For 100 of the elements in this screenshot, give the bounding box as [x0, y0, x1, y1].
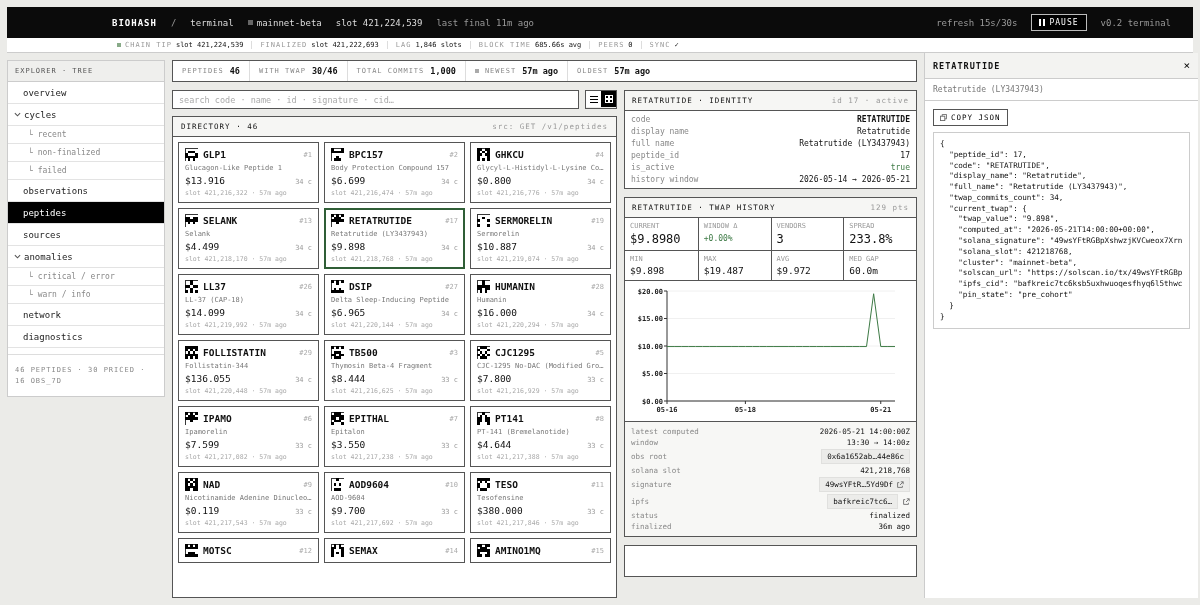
view-toggle[interactable] [601, 91, 616, 107]
peptide-code: GHKCU [495, 149, 525, 160]
peptide-price: $10.887 [477, 241, 518, 252]
peptide-price: $16.000 [477, 307, 518, 318]
peptide-price: $136.055 [185, 373, 231, 384]
sidebar-item[interactable]: overview [8, 82, 164, 104]
pixel-pattern-icon [477, 280, 490, 293]
field-value: RETATRUTIDE [857, 115, 910, 124]
search-field[interactable]: search code · name · id · signature · cid… [172, 90, 579, 109]
pixel-pattern-icon [477, 478, 490, 491]
external-link-icon[interactable] [902, 497, 910, 506]
field-label: full name [631, 139, 675, 148]
peptide-price: $7.599 [185, 439, 220, 450]
field-value: true [890, 163, 910, 172]
sidebar-item[interactable]: sources [8, 224, 164, 246]
peptide-price: $9.700 [331, 505, 366, 516]
peptide-code: CJC1295 [495, 347, 537, 358]
peptide-code: PT141 [495, 413, 525, 424]
pause-icon [1039, 19, 1046, 26]
pixel-pattern-icon [331, 214, 344, 227]
stat-value: 46 [229, 66, 240, 76]
peptide-price: $4.499 [185, 241, 220, 252]
section-name: terminal [190, 17, 234, 28]
pixel-pattern-icon [185, 214, 198, 227]
peptide-code: SERMORELIN [495, 215, 554, 226]
sidebar-item[interactable]: cycles [8, 104, 164, 126]
breadcrumb-separator: / [170, 17, 177, 28]
pixel-pattern-icon [477, 148, 490, 161]
sidebar-item[interactable]: └ recent [8, 126, 164, 144]
close-button[interactable]: × [1183, 59, 1190, 72]
peptide-code: IPAMO [203, 413, 233, 424]
peptide-code: FOLLISTATIN [203, 347, 267, 358]
pixel-pattern-icon [331, 148, 344, 161]
field-label: history window [631, 175, 699, 184]
peptide-code: RETATRUTIDE [349, 215, 413, 226]
peptide-price: $13.916 [185, 175, 226, 186]
stat-value: $9.898 [630, 265, 666, 276]
peptide-code: BPC157 [349, 149, 385, 160]
pixel-pattern-icon [185, 544, 198, 557]
peptide-price: $0.800 [477, 175, 512, 186]
stat-value: 57m ago [522, 66, 558, 76]
peptide-price: $6.699 [331, 175, 366, 186]
stat-value: 233.8% [849, 232, 894, 246]
sidebar-item[interactable]: network [8, 304, 164, 326]
peptide-price: $6.965 [331, 307, 366, 318]
sidebar-item[interactable]: anomalies [8, 246, 164, 268]
stat-value: $9.8980 [630, 232, 682, 246]
pixel-pattern-icon [331, 280, 344, 293]
sidebar-item[interactable]: peptides [8, 202, 164, 224]
peptide-code: LL37 [203, 281, 227, 292]
peptide-price: $8.444 [331, 373, 366, 384]
slot-number: slot 421,224,539 [335, 17, 423, 28]
peptide-code: TB500 [349, 347, 379, 358]
network-name: mainnet-beta [256, 17, 322, 28]
stat-value: 60.0m [849, 265, 879, 276]
peptide-price: $4.644 [477, 439, 512, 450]
view-toggle[interactable] [586, 91, 601, 107]
pixel-pattern-icon [331, 346, 344, 359]
pixel-pattern-icon [331, 544, 344, 557]
chevron-icon[interactable] [14, 111, 21, 118]
stat-value: $19.487 [703, 265, 745, 276]
pixel-pattern-icon [477, 346, 490, 359]
field-label: code [631, 115, 651, 124]
chevron-icon[interactable] [14, 253, 21, 260]
pixel-pattern-icon [477, 412, 490, 425]
stat-value: +0.00% [703, 233, 734, 243]
external-link-icon[interactable] [896, 480, 904, 489]
brand-name: BIOHASH [112, 17, 157, 28]
inspector-title: RETATRUTIDE [933, 60, 1001, 71]
pause-button[interactable]: PAUSE [1031, 14, 1087, 31]
sidebar-item[interactable]: └ non-finalized [8, 144, 164, 162]
field-value: Retatrutide [857, 127, 910, 136]
peptide-code: TESO [495, 479, 519, 490]
peptide-price: $380.000 [477, 505, 523, 516]
stat-value: 30/46 [311, 66, 338, 76]
sidebar-item[interactable]: diagnostics [8, 326, 164, 348]
stat-value: 57m ago [614, 66, 651, 76]
pixel-pattern-icon [477, 544, 490, 557]
sidebar-item[interactable]: └ critical / error [8, 268, 164, 286]
peptide-code: AMINO1MQ [495, 545, 542, 556]
field-label: is_active [631, 163, 675, 172]
stat-value: 3 [776, 232, 785, 246]
peptide-code: SELANK [203, 215, 239, 226]
sidebar-item[interactable]: └ failed [8, 162, 164, 180]
last-final-text: last final 11m ago [436, 17, 534, 28]
peptide-code: GLP1 [203, 149, 227, 160]
peptide-code: HUMANIN [495, 281, 537, 292]
peptide-code: NAD [203, 479, 222, 490]
grid-icon [604, 95, 613, 103]
stat-value: 1,000 [430, 66, 456, 76]
field-value: 2026-05-14 → 2026-05-21 [799, 175, 910, 184]
peptide-price: $3.550 [331, 439, 366, 450]
sidebar-item[interactable]: └ warn / info [8, 286, 164, 304]
pixel-pattern-icon [185, 346, 198, 359]
peptide-price: $0.119 [185, 505, 220, 516]
peptide-price: $9.898 [331, 241, 366, 252]
copy-icon [940, 114, 947, 121]
pixel-pattern-icon [331, 412, 344, 425]
peptide-code: AOD9604 [349, 479, 391, 490]
field-label: peptide_id [631, 151, 680, 160]
